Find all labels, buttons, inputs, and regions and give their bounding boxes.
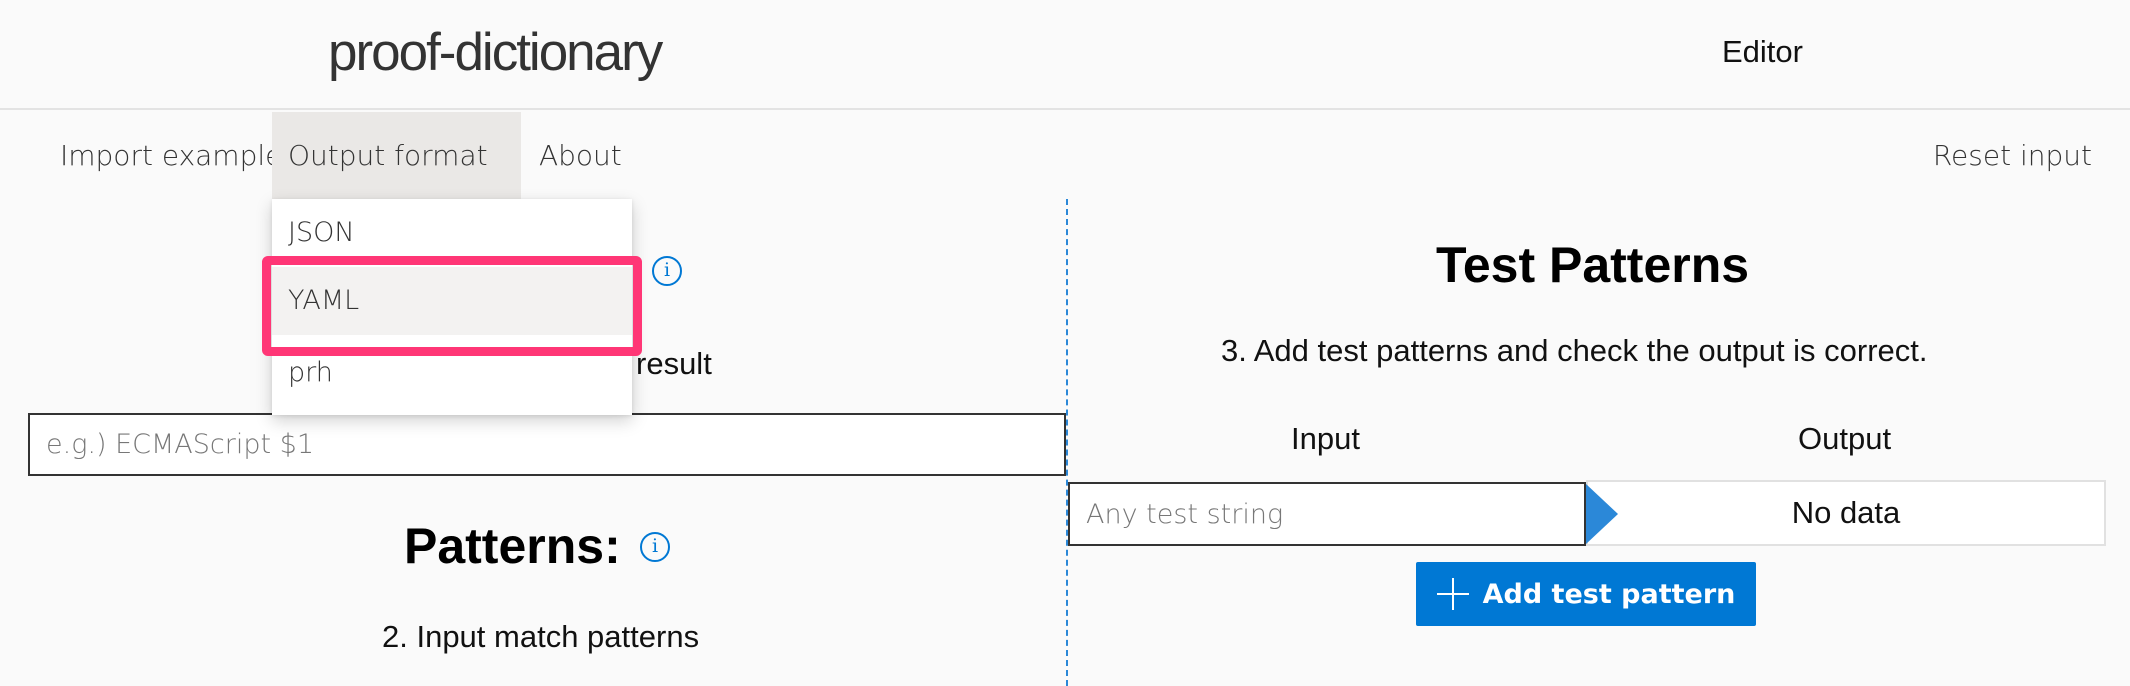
add-test-pattern-button[interactable]: Add test pattern <box>1416 562 1756 626</box>
panel-divider <box>1066 199 1068 686</box>
arrow-right-icon <box>1586 484 1618 544</box>
output-column-header: Output <box>1798 421 1892 456</box>
replace-instruction: result <box>636 346 712 381</box>
input-column-header: Input <box>1291 421 1360 456</box>
about-label: About <box>539 139 622 172</box>
output-format-button[interactable]: Output format <box>272 112 521 250</box>
patterns-heading: Patterns: <box>404 518 621 574</box>
import-example-label: Import example <box>60 139 283 172</box>
reset-input-label: Reset input <box>1932 139 2092 172</box>
patterns-instruction: 2. Input match patterns <box>382 619 700 654</box>
test-patterns-instruction: 3. Add test patterns and check the outpu… <box>1221 333 1928 368</box>
menu-item-json[interactable]: JSON <box>272 199 632 267</box>
app-title[interactable]: proof-dictionary <box>328 22 663 83</box>
replace-input[interactable] <box>28 413 1066 476</box>
reset-input-button[interactable]: Reset input <box>1917 112 2108 199</box>
menu-item-yaml[interactable]: YAML <box>272 267 632 335</box>
editor-nav-link[interactable]: Editor <box>1722 34 1803 70</box>
info-icon[interactable]: i <box>640 532 670 562</box>
output-format-label: Output format <box>288 139 488 172</box>
import-example-button[interactable]: Import example <box>44 112 298 199</box>
menu-item-prh[interactable]: prh <box>272 339 632 407</box>
add-icon <box>1436 578 1469 610</box>
info-icon[interactable]: i <box>652 256 682 286</box>
command-bar: Import example Output format About Reset… <box>0 112 2130 250</box>
app-header: proof-dictionary Editor <box>0 0 2130 110</box>
about-button[interactable]: About <box>523 112 638 199</box>
output-format-menu: JSON YAML prh <box>272 199 632 415</box>
test-patterns-heading: Test Patterns <box>1436 237 1750 293</box>
add-test-pattern-label: Add test pattern <box>1482 578 1736 610</box>
test-output-cell: No data <box>1586 480 2106 546</box>
test-string-input[interactable] <box>1068 482 1586 546</box>
